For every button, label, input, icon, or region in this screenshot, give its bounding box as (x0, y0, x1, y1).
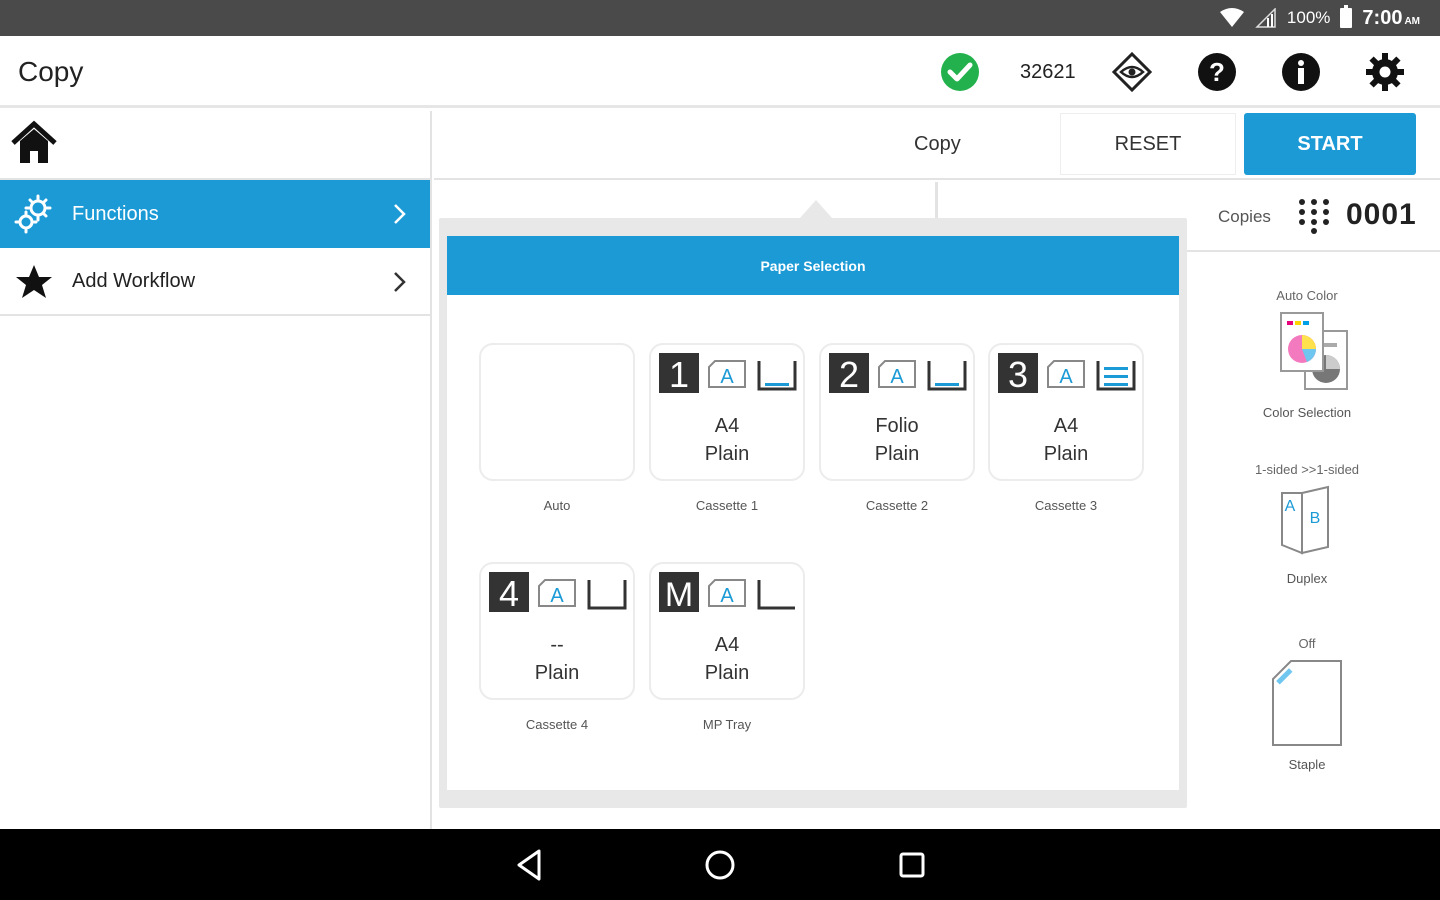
keypad-icon[interactable] (1296, 198, 1332, 234)
mp-tray-icon: M A (659, 572, 795, 614)
paper-source-cassette-4[interactable]: 4 A -- Plain (479, 562, 635, 700)
paper-source-cassette-3[interactable]: 3 A A4 Plain (988, 343, 1144, 481)
clock-ampm: AM (1404, 15, 1420, 27)
battery-icon (1340, 5, 1353, 28)
paper-type: Plain (704, 443, 750, 465)
paper-source-caption: MP Tray (702, 717, 752, 732)
svg-text:?: ? (1209, 57, 1225, 87)
paper-source-caption: Cassette 3 (1034, 498, 1098, 513)
color-selection-tile[interactable]: Auto Color Color Selection (1237, 288, 1377, 420)
feature-status: Off (1298, 636, 1316, 651)
mode-label: Copy (914, 133, 961, 155)
paper-source-cassette-2[interactable]: 2 A Folio Plain (819, 343, 975, 481)
recents-icon[interactable] (894, 847, 930, 883)
svg-text:3: 3 (1008, 354, 1028, 395)
battery-percent: 100% (1286, 8, 1331, 27)
popup-title: Paper Selection (447, 236, 1179, 295)
home-nav-icon[interactable] (702, 847, 738, 883)
cassette-4-icon: 4 A (489, 572, 627, 614)
reset-button[interactable]: RESET (1060, 113, 1236, 175)
app-bar: Copy 32621 ? (0, 36, 1440, 108)
cassette-2-icon: 2 A (829, 353, 967, 395)
svg-text:A: A (890, 366, 904, 388)
help-icon[interactable]: ? (1197, 52, 1237, 92)
home-icon (11, 120, 57, 163)
paper-source-mp-tray[interactable]: M A A4 Plain (649, 562, 805, 700)
paper-size: Folio (875, 415, 919, 437)
info-icon[interactable] (1281, 52, 1321, 92)
divider (935, 182, 938, 222)
svg-text:B: B (1310, 510, 1321, 527)
svg-text:A: A (720, 585, 734, 607)
clock-time: 7:00 (1362, 6, 1403, 29)
action-bar: Copy RESET START (434, 111, 1440, 180)
page-title: Copy (18, 56, 84, 87)
feature-label: Duplex (1286, 571, 1328, 586)
svg-text:A: A (1285, 498, 1296, 515)
paper-type: Plain (874, 443, 920, 465)
paper-selection-popup: Paper Selection Auto 1 A A4 Plain Casset… (439, 218, 1187, 808)
color-selection-icon (1280, 312, 1348, 390)
svg-text:2: 2 (839, 354, 859, 395)
paper-source-caption: Cassette 1 (695, 498, 759, 513)
svg-text:4: 4 (499, 573, 519, 614)
paper-source-caption: Cassette 4 (525, 717, 589, 732)
eye-icon[interactable] (1112, 52, 1152, 92)
home-button[interactable] (0, 111, 430, 180)
status-bar: 100% 7:00 AM (0, 0, 1440, 36)
paper-size: -- (550, 634, 564, 656)
popup-body: Paper Selection Auto 1 A A4 Plain Casset… (447, 236, 1179, 790)
star-icon (16, 265, 52, 298)
paper-size: A4 (714, 415, 740, 437)
svg-text:A: A (550, 585, 564, 607)
duplex-icon: A B (1281, 485, 1329, 555)
sidebar-item-add-workflow[interactable]: Add Workflow (0, 248, 430, 316)
back-icon[interactable] (511, 847, 547, 883)
paper-size: A4 (714, 634, 740, 656)
staple-tile[interactable]: Off Staple (1237, 636, 1377, 772)
paper-source-cassette-1[interactable]: 1 A A4 Plain (649, 343, 805, 481)
sidebar: Functions Add Workflow (0, 111, 432, 829)
paper-source-caption: Auto (543, 498, 571, 513)
sidebar-item-functions[interactable]: Functions (0, 180, 430, 248)
system-nav-bar (0, 829, 1440, 900)
paper-size: A4 (1053, 415, 1079, 437)
start-button[interactable]: START (1244, 113, 1416, 175)
chevron-right-icon (394, 272, 406, 292)
svg-text:A: A (720, 366, 734, 388)
sidebar-item-label: Add Workflow (72, 269, 196, 292)
gears-icon (14, 194, 52, 234)
wifi-icon (1219, 8, 1244, 27)
paper-source-caption: Cassette 2 (865, 498, 929, 513)
svg-text:1: 1 (669, 354, 689, 395)
signal-icon (1255, 8, 1276, 28)
sidebar-item-label: Functions (72, 202, 159, 225)
paper-type: Plain (534, 662, 580, 684)
device-counter: 32621 (1020, 61, 1076, 83)
duplex-tile[interactable]: 1-sided >>1-sided A B Duplex (1237, 462, 1377, 586)
popup-pointer (800, 200, 832, 218)
chevron-right-icon (394, 204, 406, 224)
feature-status: Auto Color (1276, 288, 1338, 303)
status-ok-icon[interactable] (940, 52, 980, 92)
svg-text:A: A (1059, 366, 1073, 388)
cassette-1-icon: 1 A (659, 353, 797, 395)
cassette-3-icon: 3 A (998, 353, 1136, 395)
feature-status: 1-sided >>1-sided (1254, 462, 1360, 477)
paper-type: Plain (704, 662, 750, 684)
paper-type: Plain (1043, 443, 1089, 465)
copies-label: Copies (1218, 207, 1271, 226)
feature-label: Color Selection (1262, 405, 1352, 420)
staple-icon (1272, 660, 1342, 746)
svg-text:M: M (665, 576, 693, 614)
copies-value[interactable]: 0001 (1346, 198, 1417, 232)
gear-icon[interactable] (1365, 52, 1405, 92)
feature-label: Staple (1288, 757, 1326, 772)
paper-source-auto[interactable] (479, 343, 635, 481)
